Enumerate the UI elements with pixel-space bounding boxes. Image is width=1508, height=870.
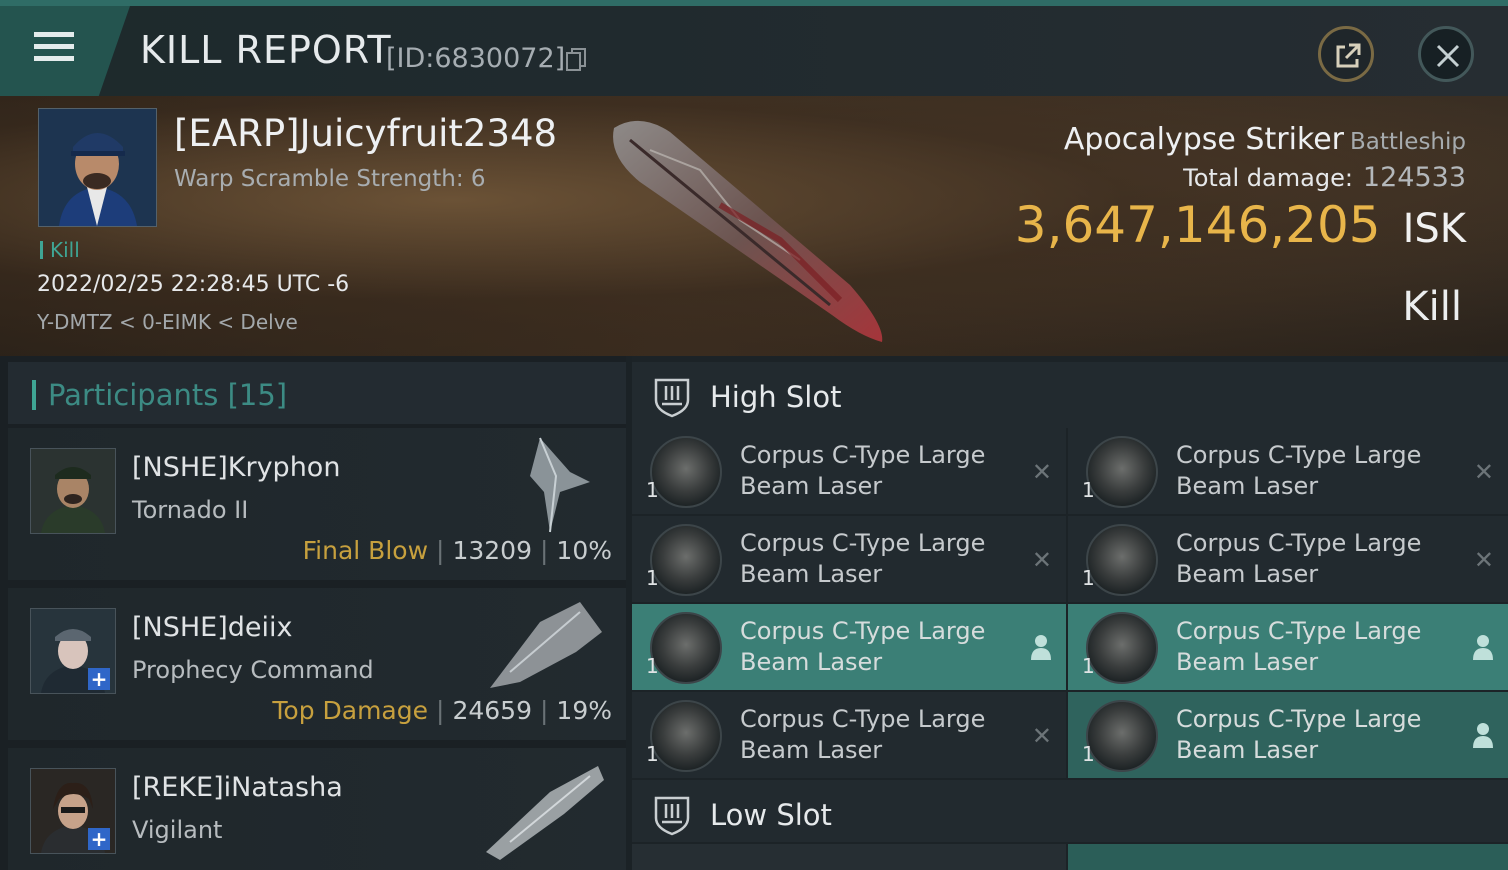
plus-badge-icon: + xyxy=(88,828,110,850)
beam-laser-icon xyxy=(650,436,722,508)
person-icon xyxy=(1473,635,1493,660)
participant-card[interactable]: + [NSHE]deiix Prophecy Command Top Damag… xyxy=(8,588,626,740)
fitting-panel: High Slot 1 Corpus C-Type Large Beam Las… xyxy=(632,356,1508,870)
victim-name[interactable]: [EARP]Juicyfruit2348 xyxy=(174,112,557,155)
module-name: Corpus C-Type Large Beam Laser xyxy=(1176,441,1422,500)
module-name: Corpus C-Type Large Beam Laser xyxy=(740,529,986,588)
victim-ship-image[interactable] xyxy=(600,110,900,350)
high-slot-icon xyxy=(654,378,690,418)
module-name: Corpus C-Type Large Beam Laser xyxy=(740,705,986,764)
hamburger-menu-icon[interactable] xyxy=(34,32,74,68)
participant-percent: 10% xyxy=(556,536,612,565)
participant-stats: Final Blow | 13209 | 10% xyxy=(302,536,612,565)
module-quantity: 1 xyxy=(646,654,659,678)
victim-ship-class: Battleship xyxy=(1350,129,1466,155)
result-label: Kill xyxy=(1402,284,1462,330)
module-name: Corpus C-Type Large Beam Laser xyxy=(1176,617,1422,676)
close-icon xyxy=(1436,44,1460,68)
person-icon xyxy=(1473,723,1493,748)
person-icon xyxy=(1031,635,1051,660)
copy-icon[interactable] xyxy=(566,48,586,72)
victim-avatar[interactable] xyxy=(38,108,157,227)
participant-ship[interactable]: Prophecy Command xyxy=(132,656,374,684)
beam-laser-icon xyxy=(650,524,722,596)
beam-laser-icon xyxy=(1086,700,1158,772)
destroyed-icon: ✕ xyxy=(1031,722,1052,750)
victim-summary: [EARP]Juicyfruit2348 Warp Scramble Stren… xyxy=(0,96,1508,356)
kill-location[interactable]: Y-DMTZ < 0-EIMK < Delve xyxy=(37,310,298,334)
participant-name[interactable]: [NSHE]Kryphon xyxy=(132,452,340,483)
module-name: Corpus C-Type Large Beam Laser xyxy=(740,441,986,500)
kill-tag: Kill xyxy=(40,238,80,262)
beam-laser-icon xyxy=(1086,436,1158,508)
low-slot-header[interactable]: Low Slot xyxy=(632,780,1508,842)
total-damage: Total damage: 124533 xyxy=(1183,162,1466,193)
participant-percent: 19% xyxy=(556,696,612,725)
participant-card[interactable]: [NSHE]Kryphon Tornado II Final Blow | 1320… xyxy=(8,428,626,580)
isk-value: 3,647,146,205 ISK xyxy=(1014,196,1466,254)
beam-laser-icon xyxy=(650,700,722,772)
beam-laser-icon xyxy=(1086,524,1158,596)
module-item[interactable]: 1 Corpus C-Type Large Beam Laser ✕ xyxy=(632,516,1066,602)
module-item[interactable]: 1 Corpus C-Type Large Beam Laser ✕ xyxy=(1068,516,1508,602)
participant-ship-image[interactable] xyxy=(480,752,610,862)
participant-card[interactable]: + [REKE]iNatasha Vigilant xyxy=(8,748,626,870)
destroyed-icon: ✕ xyxy=(1031,458,1052,486)
module-item[interactable]: 1 Corpus C-Type Large Beam Laser ✕ xyxy=(1068,428,1508,514)
low-slot-icon xyxy=(654,796,690,836)
victim-ship-name[interactable]: Apocalypse Striker Battleship xyxy=(1064,122,1466,157)
participants-title: Participants [15] xyxy=(48,378,288,412)
high-slot-title: High Slot xyxy=(710,380,842,414)
destroyed-icon: ✕ xyxy=(1031,546,1052,574)
final-blow-label: Final Blow xyxy=(302,536,429,565)
beam-laser-icon xyxy=(1086,612,1158,684)
module-item[interactable]: 1 Corpus C-Type Large Beam Laser xyxy=(632,604,1066,690)
module-item[interactable]: 1 Corpus C-Type Large Beam Laser xyxy=(1068,692,1508,778)
participant-name[interactable]: [NSHE]deiix xyxy=(132,612,293,643)
module-quantity: 1 xyxy=(1082,742,1095,766)
participant-stats: Top Damage | 24659 | 19% xyxy=(272,696,612,725)
participants-header[interactable]: Participants [15] xyxy=(8,362,626,424)
module-item[interactable] xyxy=(632,844,1066,870)
module-item[interactable]: 1 Corpus C-Type Large Beam Laser xyxy=(1068,604,1508,690)
close-button[interactable] xyxy=(1418,26,1474,82)
participant-damage: 24659 xyxy=(452,696,532,725)
plus-badge-icon: + xyxy=(88,668,110,690)
high-slot-header[interactable]: High Slot xyxy=(632,362,1508,428)
title-bar: KILL REPORT [ID:6830072] xyxy=(0,0,1508,96)
destroyed-icon: ✕ xyxy=(1473,458,1494,486)
module-item[interactable]: 1 Corpus C-Type Large Beam Laser ✕ xyxy=(632,428,1066,514)
module-name: Corpus C-Type Large Beam Laser xyxy=(1176,705,1422,764)
module-quantity: 1 xyxy=(646,742,659,766)
participant-ship[interactable]: Tornado II xyxy=(132,496,248,524)
kill-datetime: 2022/02/25 22:28:45 UTC -6 xyxy=(37,272,350,297)
module-quantity: 1 xyxy=(1082,478,1095,502)
participants-panel: Participants [15] [NSHE]Kryphon Tornado … xyxy=(0,356,626,870)
warp-scramble-strength: Warp Scramble Strength: 6 xyxy=(174,166,486,192)
participant-damage: 13209 xyxy=(452,536,532,565)
beam-laser-icon xyxy=(650,612,722,684)
participant-name[interactable]: [REKE]iNatasha xyxy=(132,772,343,803)
top-damage-label: Top Damage xyxy=(272,696,429,725)
module-quantity: 1 xyxy=(1082,654,1095,678)
module-item[interactable]: 1 Corpus C-Type Large Beam Laser ✕ xyxy=(632,692,1066,778)
module-quantity: 1 xyxy=(646,478,659,502)
module-quantity: 1 xyxy=(1082,566,1095,590)
page-title: KILL REPORT xyxy=(140,28,392,72)
module-name: Corpus C-Type Large Beam Laser xyxy=(740,617,986,676)
report-id: [ID:6830072] xyxy=(386,43,566,74)
external-link-icon xyxy=(1336,43,1361,68)
menu-button[interactable] xyxy=(0,6,130,96)
participant-avatar[interactable] xyxy=(30,448,116,534)
low-slot-title: Low Slot xyxy=(710,798,832,832)
participant-ship-image[interactable] xyxy=(480,592,610,702)
destroyed-icon: ✕ xyxy=(1473,546,1494,574)
module-quantity: 1 xyxy=(646,566,659,590)
module-item[interactable] xyxy=(1068,844,1508,870)
module-name: Corpus C-Type Large Beam Laser xyxy=(1176,529,1422,588)
participant-ship-image[interactable] xyxy=(500,432,610,542)
participant-ship[interactable]: Vigilant xyxy=(132,816,222,844)
share-button[interactable] xyxy=(1318,26,1374,82)
